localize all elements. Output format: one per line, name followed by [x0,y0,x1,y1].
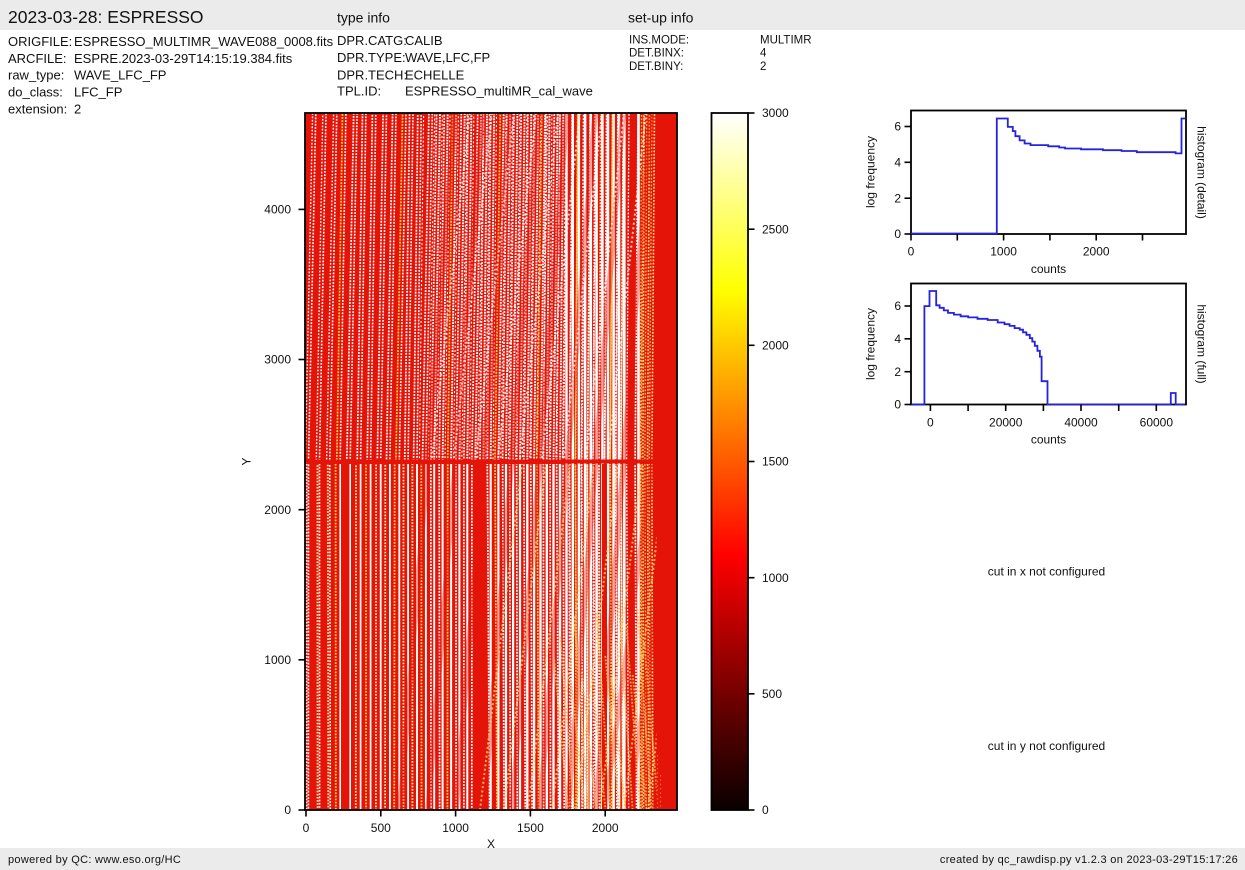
svg-text:ESPRESSO_multiMR_cal_wave: ESPRESSO_multiMR_cal_wave [405,84,593,99]
svg-text:4: 4 [894,156,901,170]
svg-text:500: 500 [371,821,391,835]
svg-text:TPL.ID:: TPL.ID: [337,84,381,99]
svg-text:0: 0 [762,803,769,817]
svg-text:2: 2 [760,61,766,73]
svg-text:6: 6 [894,299,901,313]
svg-text:raw_type:: raw_type: [8,68,64,83]
svg-text:MULTIMR: MULTIMR [760,34,812,46]
svg-text:1500: 1500 [517,821,544,835]
svg-text:INS.MODE:: INS.MODE: [629,34,689,46]
svg-text:3000: 3000 [762,106,789,120]
svg-text:set-up info: set-up info [628,10,694,26]
svg-text:WAVE,LFC,FP: WAVE,LFC,FP [405,50,490,65]
svg-text:4: 4 [894,332,901,346]
svg-text:60000: 60000 [1140,416,1174,430]
svg-text:0: 0 [894,398,901,412]
svg-text:LFC_FP: LFC_FP [74,85,122,100]
svg-text:0: 0 [908,245,915,259]
svg-text:ECHELLE: ECHELLE [405,67,465,82]
svg-text:500: 500 [762,687,782,701]
svg-text:1000: 1000 [264,653,291,667]
svg-text:0: 0 [894,227,901,241]
svg-text:1000: 1000 [762,571,789,585]
svg-text:2: 2 [74,101,81,116]
svg-text:1000: 1000 [442,821,469,835]
svg-text:2: 2 [894,365,901,379]
svg-text:2000: 2000 [592,821,619,835]
svg-text:WAVE_LFC_FP: WAVE_LFC_FP [74,68,166,83]
svg-text:DPR.TECH:: DPR.TECH: [337,67,407,82]
svg-text:cut in x not configured: cut in x not configured [988,565,1105,579]
svg-text:counts: counts [1031,262,1066,276]
svg-text:histogram (detail): histogram (detail) [1195,126,1209,219]
svg-text:created by qc_rawdisp.py v1.2.: created by qc_rawdisp.py v1.2.3 on 2023-… [940,854,1238,866]
svg-text:counts: counts [1031,433,1066,447]
svg-text:0: 0 [927,416,934,430]
svg-text:4000: 4000 [264,203,291,217]
svg-text:2500: 2500 [762,222,789,236]
svg-text:0: 0 [303,821,310,835]
svg-text:1000: 1000 [990,245,1017,259]
svg-text:ARCFILE:: ARCFILE: [8,51,67,66]
svg-text:histogram (full): histogram (full) [1195,304,1209,383]
svg-text:2: 2 [894,191,901,205]
svg-text:2000: 2000 [264,503,291,517]
svg-text:DET.BINX:: DET.BINX: [629,48,684,60]
svg-text:DPR.CATG:: DPR.CATG: [337,33,407,48]
svg-text:ESPRE.2023-03-29T14:15:19.384.: ESPRE.2023-03-29T14:15:19.384.fits [74,51,293,66]
svg-text:powered by QC: www.eso.org/HC: powered by QC: www.eso.org/HC [8,854,181,866]
svg-text:do_class:: do_class: [8,85,63,100]
svg-text:log frequency: log frequency [864,136,878,208]
svg-text:ORIGFILE:: ORIGFILE: [8,34,72,49]
svg-text:extension:: extension: [8,101,67,116]
svg-text:2000: 2000 [762,339,789,353]
svg-text:type info: type info [337,10,390,26]
svg-text:CALIB: CALIB [405,33,443,48]
svg-text:6: 6 [894,120,901,134]
svg-text:log frequency: log frequency [864,308,878,380]
svg-text:2023-03-28: ESPRESSO: 2023-03-28: ESPRESSO [8,7,204,27]
svg-text:DET.BINY:: DET.BINY: [629,61,683,73]
svg-text:20000: 20000 [989,416,1023,430]
svg-text:cut in y not configured: cut in y not configured [988,739,1105,753]
svg-text:0: 0 [284,803,291,817]
svg-text:DPR.TYPE:: DPR.TYPE: [337,50,406,65]
svg-text:Y: Y [240,457,254,465]
svg-text:4: 4 [760,48,767,60]
svg-text:1500: 1500 [762,455,789,469]
svg-text:ESPRESSO_MULTIMR_WAVE088_0008.: ESPRESSO_MULTIMR_WAVE088_0008.fits [74,34,334,49]
svg-text:2000: 2000 [1083,245,1110,259]
svg-text:40000: 40000 [1064,416,1098,430]
svg-text:X: X [487,837,495,851]
svg-text:3000: 3000 [264,353,291,367]
